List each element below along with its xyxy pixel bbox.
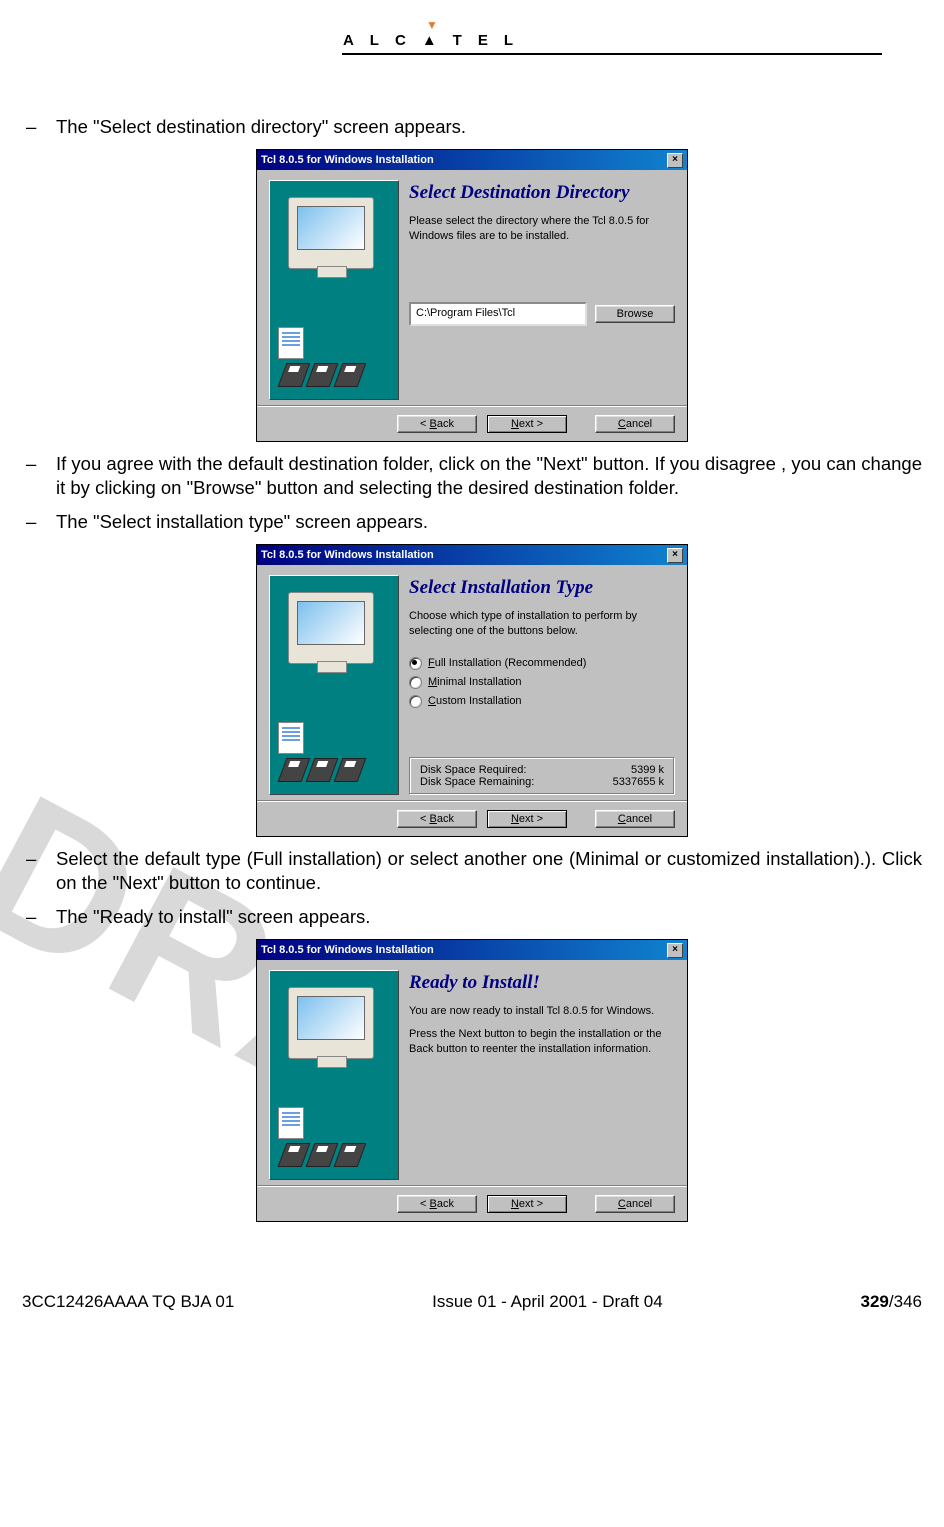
- dialog-heading: Select Destination Directory: [409, 182, 675, 204]
- titlebar: Tcl 8.0.5 for Windows Installation ×: [257, 940, 687, 960]
- triangle-down-icon: ▼: [426, 18, 438, 32]
- wizard-graphic: [269, 575, 399, 795]
- radio-custom-label: Custom Installation: [428, 695, 522, 707]
- document-icon: [278, 327, 304, 359]
- disk-space-box: Disk Space Required: 5399 k Disk Space Re…: [409, 757, 675, 795]
- radio-minimal[interactable]: [409, 676, 422, 689]
- dialog-heading: Ready to Install!: [409, 972, 675, 994]
- radio-full[interactable]: [409, 657, 422, 670]
- dialog-title: Tcl 8.0.5 for Windows Installation: [261, 154, 434, 166]
- bullet-3: The "Select installation type" screen ap…: [22, 510, 922, 534]
- back-button[interactable]: < Back: [397, 1195, 477, 1213]
- destination-path-input[interactable]: C:\Program Files\Tcl: [409, 302, 587, 326]
- cancel-button[interactable]: Cancel: [595, 1195, 675, 1213]
- floppy-icon: [282, 1143, 362, 1167]
- page-number: 329/346: [861, 1292, 922, 1312]
- close-icon[interactable]: ×: [667, 548, 683, 563]
- next-button[interactable]: Next >: [487, 1195, 567, 1213]
- next-button[interactable]: Next >: [487, 810, 567, 828]
- next-button[interactable]: Next >: [487, 415, 567, 433]
- titlebar: Tcl 8.0.5 for Windows Installation ×: [257, 150, 687, 170]
- brand-logo: ▼ ALC▲TEL: [342, 18, 522, 49]
- document-icon: [278, 1107, 304, 1139]
- dialog-text-1: You are now ready to install Tcl 8.0.5 f…: [409, 1004, 675, 1019]
- dialog-text: Please select the directory where the Tc…: [409, 214, 675, 244]
- monitor-icon: [288, 197, 374, 269]
- dialog-text-2: Press the Next button to begin the insta…: [409, 1027, 675, 1057]
- dialog-heading: Select Installation Type: [409, 577, 675, 599]
- monitor-icon: [288, 592, 374, 664]
- space-remaining-label: Disk Space Remaining:: [420, 776, 534, 788]
- floppy-icon: [282, 363, 362, 387]
- dialog-ready-to-install: Tcl 8.0.5 for Windows Installation × Rea…: [256, 939, 688, 1222]
- triangle-up-icon: ▲: [422, 32, 445, 49]
- radio-minimal-label: Minimal Installation: [428, 676, 522, 688]
- wizard-graphic: [269, 180, 399, 400]
- dialog-title: Tcl 8.0.5 for Windows Installation: [261, 549, 434, 561]
- back-button[interactable]: < Back: [397, 415, 477, 433]
- dialog-title: Tcl 8.0.5 for Windows Installation: [261, 944, 434, 956]
- floppy-icon: [282, 758, 362, 782]
- bullet-4: Select the default type (Full installati…: [22, 847, 922, 895]
- dialog-select-destination: Tcl 8.0.5 for Windows Installation × Sel…: [256, 149, 688, 442]
- page-footer: 3CC12426AAAA TQ BJA 01 Issue 01 - April …: [22, 1292, 922, 1312]
- dialog-select-install-type: Tcl 8.0.5 for Windows Installation × Sel…: [256, 544, 688, 837]
- cancel-button[interactable]: Cancel: [595, 810, 675, 828]
- document-icon: [278, 722, 304, 754]
- doc-issue: Issue 01 - April 2001 - Draft 04: [432, 1292, 663, 1312]
- radio-full-label: Full Installation (Recommended): [428, 657, 586, 669]
- close-icon[interactable]: ×: [667, 943, 683, 958]
- close-icon[interactable]: ×: [667, 153, 683, 168]
- bullet-2: If you agree with the default destinatio…: [22, 452, 922, 500]
- cancel-button[interactable]: Cancel: [595, 415, 675, 433]
- back-button[interactable]: < Back: [397, 810, 477, 828]
- bullet-1: The "Select destination directory" scree…: [22, 115, 922, 139]
- space-remaining-value: 5337655 k: [613, 776, 664, 788]
- doc-id: 3CC12426AAAA TQ BJA 01: [22, 1292, 234, 1312]
- monitor-icon: [288, 987, 374, 1059]
- radio-custom[interactable]: [409, 695, 422, 708]
- header-rule: [342, 53, 882, 55]
- space-required-value: 5399 k: [631, 764, 664, 776]
- browse-button[interactable]: Browse: [595, 305, 675, 323]
- wizard-graphic: [269, 970, 399, 1180]
- dialog-text: Choose which type of installation to per…: [409, 609, 675, 639]
- bullet-5: The "Ready to install" screen appears.: [22, 905, 922, 929]
- space-required-label: Disk Space Required:: [420, 764, 526, 776]
- titlebar: Tcl 8.0.5 for Windows Installation ×: [257, 545, 687, 565]
